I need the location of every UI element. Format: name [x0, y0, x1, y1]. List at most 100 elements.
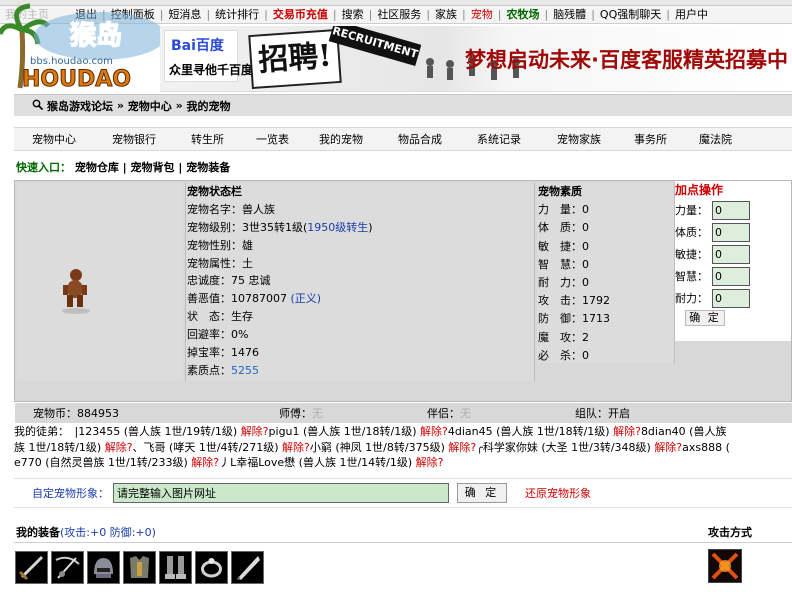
quick-warehouse[interactable]: 宠物仓库	[75, 161, 119, 174]
add-agi-input[interactable]	[712, 244, 750, 264]
ring-icon[interactable]	[195, 551, 228, 584]
add-str-input[interactable]	[712, 200, 750, 220]
add-end-row: 耐力：	[675, 287, 791, 309]
nav-search[interactable]: 搜索	[337, 7, 369, 23]
tab-records[interactable]: 系统记录	[477, 131, 521, 147]
quality-row: 力 量：0	[538, 203, 589, 217]
status-alignment: 善恶值：10787007 (正义)	[187, 292, 322, 306]
disciple-text: 、飞哥 (哮天 1世/4转/271级)	[132, 440, 283, 454]
nav-community[interactable]: 社区服务	[372, 7, 426, 23]
team: 组队：开启	[575, 407, 630, 420]
quality-row: 防 御：1713	[538, 312, 610, 326]
nav-font[interactable]: 脑残體	[548, 7, 591, 23]
divider	[14, 542, 792, 543]
quality-row: 敏 捷：0	[538, 239, 589, 253]
disciple-text: pigu1 (兽人族 1世/18转/1级)	[268, 425, 421, 438]
add-points-confirm-button[interactable]: 确 定	[685, 310, 725, 326]
quality-row: 必 杀：0	[538, 348, 589, 362]
pet-tabs: 宠物中心 宠物银行 转生所 一览表 我的宠物 物品合成 系统记录 宠物家族 事务…	[14, 127, 792, 151]
image-url-input[interactable]	[113, 483, 449, 503]
add-int-input[interactable]	[712, 266, 750, 286]
disciple-text: 丿L幸福Love懋 (兽人族 1世/14转/1级)	[219, 456, 416, 469]
nav-farm[interactable]: 农牧场	[501, 7, 544, 23]
banner-zhaopin: 招聘!	[248, 28, 342, 90]
remove-disciple-link[interactable]: 解除?	[654, 441, 682, 454]
nav-qq-chat[interactable]: QQ强制聊天	[595, 7, 666, 23]
add-points-title: 加点操作	[675, 183, 724, 197]
quick-backpack[interactable]: 宠物背包	[131, 161, 175, 174]
nav-ranking[interactable]: 统计排行	[210, 7, 264, 23]
pet-avatar	[17, 183, 183, 381]
tab-my-pet[interactable]: 我的宠物	[319, 131, 363, 147]
tab-rebirth[interactable]: 转生所	[191, 131, 224, 147]
logo-brand: HOUDAO	[22, 67, 131, 92]
add-end-input[interactable]	[712, 288, 750, 308]
status-dodge: 回避率：0%	[187, 328, 249, 342]
disciples-line: 族 1世/18转/1级) 解除?、飞哥 (哮天 1世/4转/271级) 解除?小…	[14, 440, 792, 456]
equipment-title: 我的装备(攻击:+0 防御:+0)	[16, 526, 156, 539]
breadcrumb-forum[interactable]: 猴岛游戏论坛	[47, 98, 113, 114]
add-con-row: 体质：	[675, 221, 791, 243]
search-icon	[32, 99, 44, 113]
pet-panel: 宠物状态栏 宠物名字：兽人族 宠物级别：3世35转1级(1950级转生) 宠物性…	[14, 180, 792, 423]
blade-icon[interactable]	[231, 551, 264, 584]
sword-icon[interactable]	[15, 551, 48, 584]
tab-pet-family[interactable]: 宠物家族	[557, 131, 601, 147]
remove-disciple-link[interactable]: 解除?	[416, 456, 444, 469]
add-points: 加点操作 力量： 体质： 敏捷： 智慧： 耐力： 确 定	[675, 181, 791, 341]
breadcrumb-center[interactable]: 宠物中心	[128, 98, 172, 114]
nav-family[interactable]: 家族	[430, 7, 462, 23]
remove-disciple-link[interactable]: 解除?	[191, 456, 219, 469]
remove-disciple-link[interactable]: 解除?	[282, 441, 310, 454]
boots-icon[interactable]	[159, 551, 192, 584]
remove-disciple-link[interactable]: 解除?	[448, 441, 476, 454]
nav-messages[interactable]: 短消息	[163, 7, 206, 23]
tab-pet-bank[interactable]: 宠物银行	[112, 131, 156, 147]
add-int-row: 智慧：	[675, 265, 791, 287]
quality-row: 攻 击：1792	[538, 294, 610, 308]
status-name: 宠物名字：兽人族	[187, 202, 275, 216]
baidu-logo: Bai百度	[171, 38, 224, 54]
banner-headline: 梦想启动未来·百度客服精英招募中	[465, 48, 788, 72]
recruit-banner[interactable]: Bai百度 众里寻他千百度 招聘! RECRUITMENT 梦想启动未来·百度客…	[160, 26, 792, 92]
disciple-text: 我的徒弟： |123455 (兽人族 1世/19转/1级)	[14, 425, 241, 438]
quality-row: 魔 攻：2	[538, 330, 589, 344]
quality-title: 宠物素质	[538, 185, 582, 198]
helmet-icon[interactable]	[87, 551, 120, 584]
tab-overview[interactable]: 一览表	[256, 131, 289, 147]
armor-icon[interactable]	[123, 551, 156, 584]
restore-image-link[interactable]: 还原宠物形象	[525, 485, 591, 501]
disciple-text: 8dian40 (兽人族	[640, 425, 727, 438]
status-level: 宠物级别：3世35转1级(1950级转生)	[187, 220, 373, 234]
crossbow-icon[interactable]	[51, 551, 84, 584]
quick-equipment[interactable]: 宠物装备	[186, 161, 230, 174]
tab-pet-center[interactable]: 宠物中心	[32, 131, 76, 147]
remove-disciple-link[interactable]: 解除?	[105, 441, 133, 454]
pet-status: 宠物状态栏 宠物名字：兽人族 宠物级别：3世35转1级(1950级转生) 宠物性…	[185, 183, 535, 381]
nav-pet[interactable]: 宠物	[466, 7, 498, 23]
pet-figure-icon	[62, 269, 90, 314]
tab-synthesis[interactable]: 物品合成	[398, 131, 442, 147]
tab-office[interactable]: 事务所	[634, 131, 667, 147]
pet-quality: 宠物素质 力 量：0 体 质：0 敏 捷：0 智 慧：0 耐 力：0 攻 击：1…	[537, 183, 675, 363]
disciple-text: ╭科学家你妹 (大圣 1世/3转/348级)	[476, 440, 655, 454]
nav-recharge[interactable]: 交易币充值	[268, 7, 333, 23]
equipment-header: 我的装备(攻击:+0 防御:+0) 攻击方式	[14, 522, 792, 542]
nav-user-center[interactable]: 用户中	[670, 7, 713, 23]
site-logo[interactable]: 猴岛 bbs.houdao.com HOUDAO	[0, 0, 166, 93]
status-loyalty: 忠诚度：75 忠诚	[187, 274, 271, 288]
master: 师傅：无	[279, 407, 323, 420]
disciples-list: 我的徒弟： |123455 (兽人族 1世/19转/1级) 解除?pigu1 (…	[14, 424, 792, 471]
quick-entry: 快速入口： 宠物仓库 | 宠物背包 | 宠物装备	[16, 161, 231, 174]
remove-disciple-link[interactable]: 解除?	[420, 425, 448, 438]
disciple-text: axs888 (	[682, 440, 730, 454]
attack-mode-icon[interactable]	[708, 549, 742, 583]
banner-slogan: 众里寻他千百度	[169, 63, 254, 77]
custom-image-confirm-button[interactable]: 确 定	[457, 483, 507, 503]
add-con-input[interactable]	[712, 222, 750, 242]
remove-disciple-link[interactable]: 解除?	[241, 425, 269, 438]
tab-magic[interactable]: 魔法院	[699, 131, 732, 147]
remove-disciple-link[interactable]: 解除?	[613, 425, 641, 438]
rebirth-link[interactable]: 1950级转生	[307, 221, 368, 234]
breadcrumb: 猴岛游戏论坛 » 宠物中心 » 我的宠物	[14, 94, 792, 116]
